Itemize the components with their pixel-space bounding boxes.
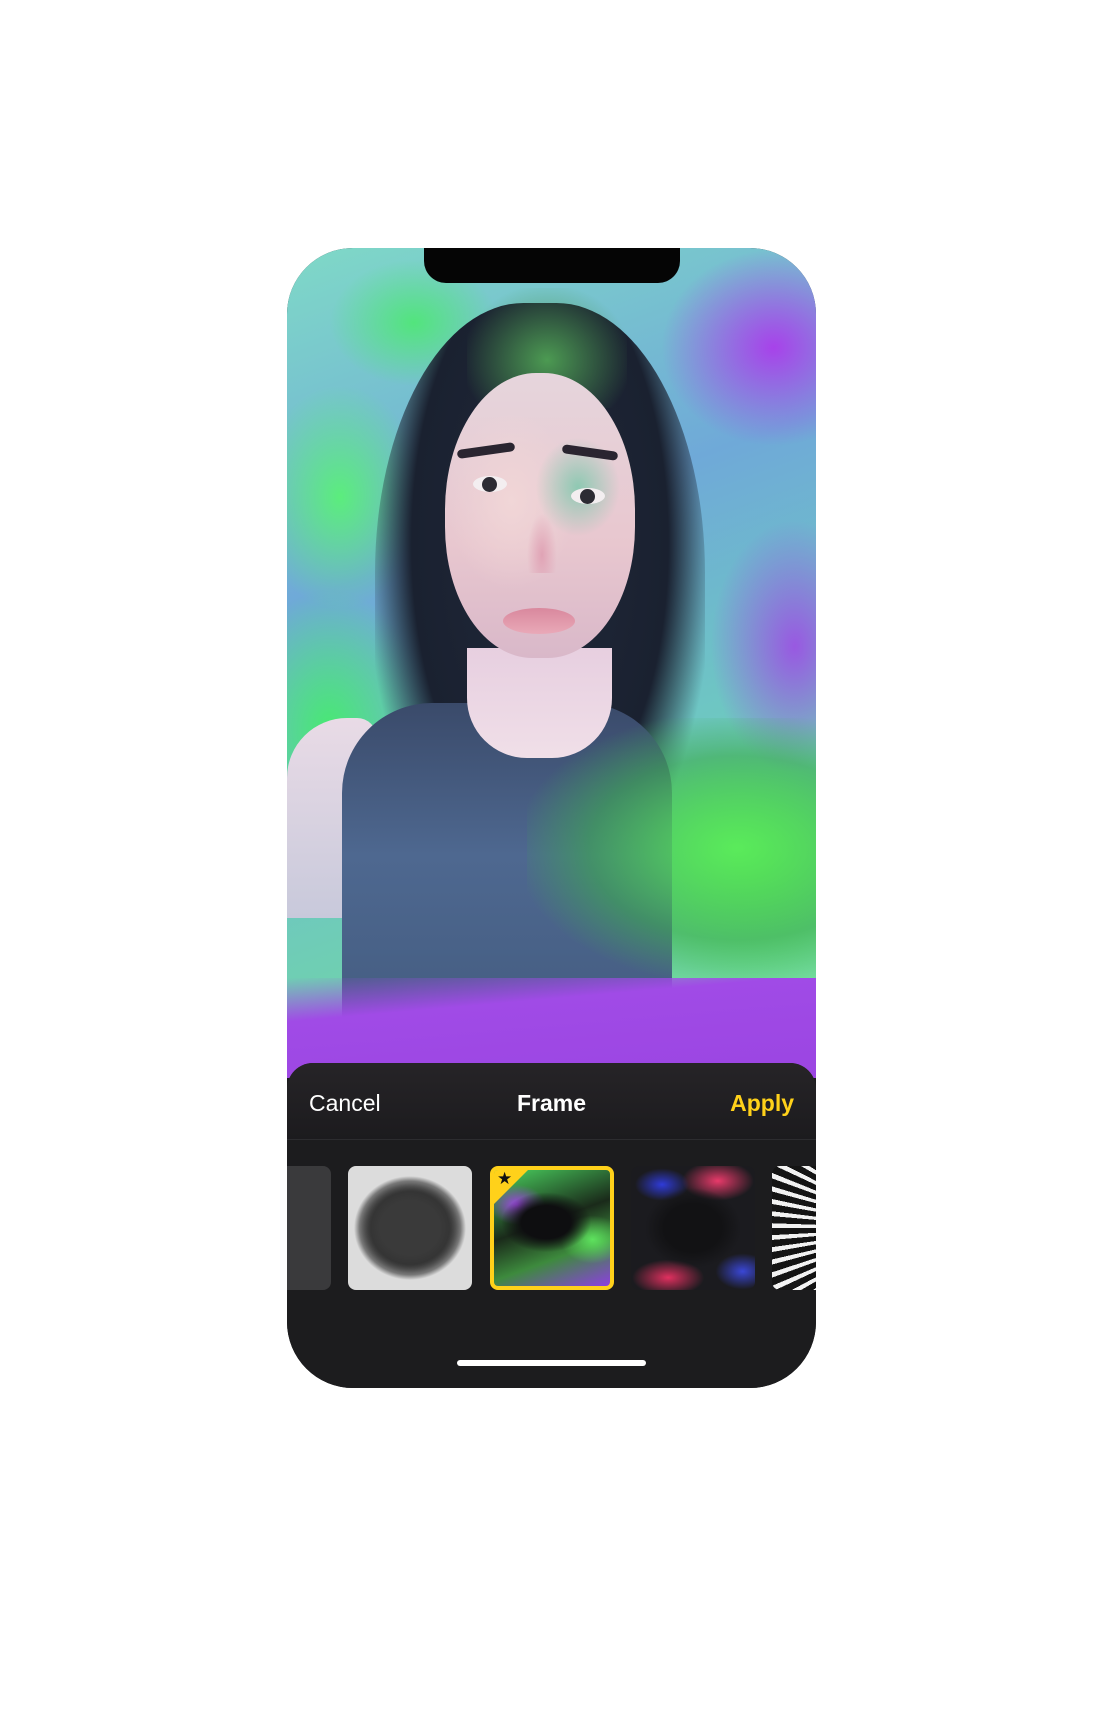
- phone-screen: Cancel Frame Apply ★: [287, 248, 816, 1388]
- photo-lips: [503, 608, 575, 634]
- apply-button[interactable]: Apply: [730, 1089, 794, 1117]
- star-icon: ★: [497, 1169, 513, 1188]
- edited-photo: [287, 248, 816, 1078]
- notch: [424, 248, 680, 283]
- frame-thumbnail-selected[interactable]: ★: [490, 1166, 614, 1290]
- frame-thumbnail-strip[interactable]: ★: [287, 1166, 816, 1294]
- home-indicator: [457, 1360, 646, 1366]
- sheet-header: Cancel Frame Apply: [287, 1063, 816, 1140]
- frame-bottom-sheet: Cancel Frame Apply ★: [287, 1063, 816, 1388]
- frame-thumbnail-paint[interactable]: [631, 1166, 755, 1290]
- photo-green-paint: [527, 718, 816, 978]
- frame-thumbnail-grunge[interactable]: [348, 1166, 472, 1290]
- photo-nose: [527, 513, 557, 573]
- photo-right-eye: [571, 488, 605, 504]
- photo-left-eye: [473, 476, 507, 492]
- frame-thumbnail-rays[interactable]: [772, 1166, 816, 1290]
- frame-thumbnail-partial[interactable]: [287, 1166, 331, 1290]
